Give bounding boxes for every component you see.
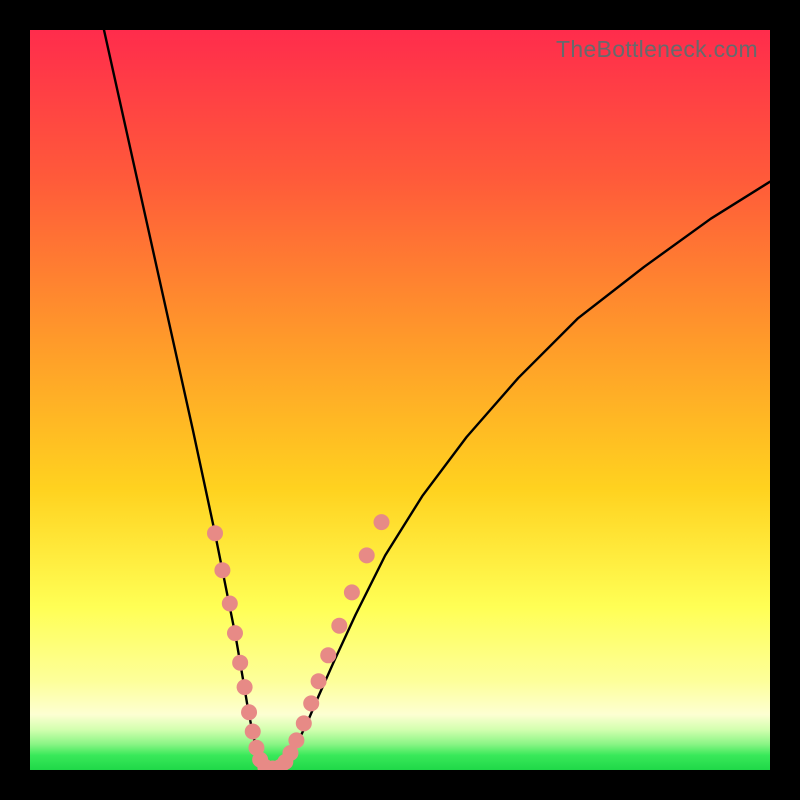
data-markers bbox=[207, 514, 390, 770]
data-marker bbox=[207, 525, 223, 541]
data-marker bbox=[320, 647, 336, 663]
data-marker bbox=[232, 655, 248, 671]
data-marker bbox=[241, 704, 257, 720]
watermark-label: TheBottleneck.com bbox=[556, 36, 758, 63]
data-marker bbox=[374, 514, 390, 530]
curve-layer bbox=[30, 30, 770, 770]
data-marker bbox=[311, 673, 327, 689]
chart-frame: TheBottleneck.com bbox=[0, 0, 800, 800]
data-marker bbox=[222, 596, 238, 612]
data-marker bbox=[303, 695, 319, 711]
data-marker bbox=[288, 732, 304, 748]
curve-path bbox=[104, 30, 770, 769]
data-marker bbox=[331, 618, 347, 634]
data-marker bbox=[237, 679, 253, 695]
data-marker bbox=[359, 547, 375, 563]
data-marker bbox=[227, 625, 243, 641]
plot-area: TheBottleneck.com bbox=[30, 30, 770, 770]
data-marker bbox=[344, 584, 360, 600]
bottleneck-curve bbox=[104, 30, 770, 769]
data-marker bbox=[296, 715, 312, 731]
data-marker bbox=[214, 562, 230, 578]
data-marker bbox=[245, 724, 261, 740]
